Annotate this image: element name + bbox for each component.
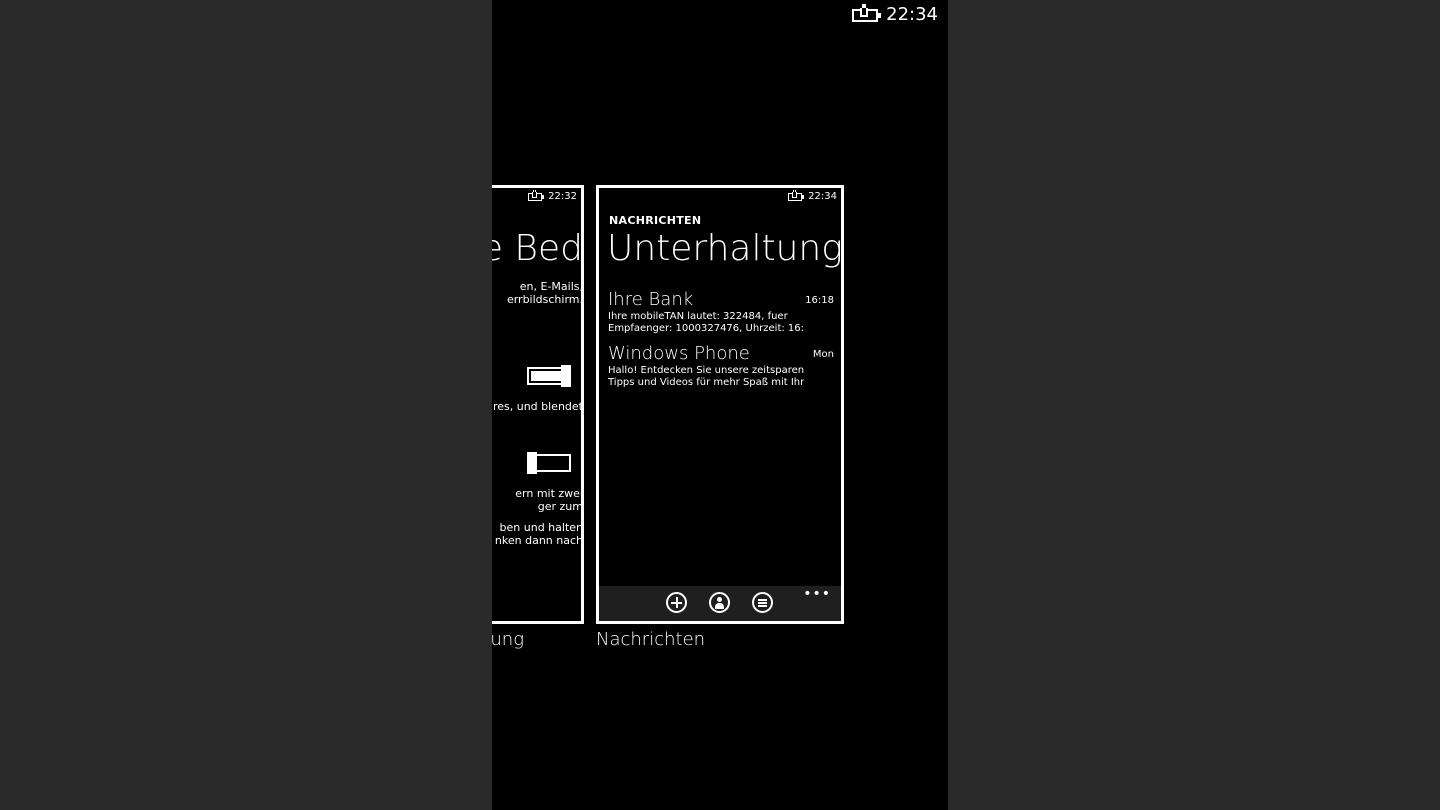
add-icon[interactable]	[666, 592, 687, 613]
battery-charging-icon	[528, 189, 545, 201]
contact-icon[interactable]	[709, 592, 730, 613]
conversation-preview: Ihre mobileTAN lautet: 322484, fuer Empf…	[608, 311, 804, 334]
card-time: 22:32	[548, 191, 577, 202]
conversation-item[interactable]: Windows Phone Mon Hallo! Entdecken Sie u…	[608, 343, 834, 389]
toggle-switch-on[interactable]	[527, 365, 571, 387]
conversation-date: 16:18	[805, 295, 834, 306]
card-text-block-4: ben und halten nken dann nach	[494, 521, 583, 547]
task-switcher: 22:34 22:32 te Bed en, E-Mails, errbilds…	[492, 0, 948, 810]
toggle-switch-off[interactable]	[527, 452, 571, 474]
battery-charging-icon	[788, 189, 805, 201]
card-text-block-1: en, E-Mails, errbildschirm.	[506, 280, 583, 306]
card-caption-settings: ung	[492, 629, 524, 650]
status-bar: 22:34	[852, 3, 938, 26]
app-label: NACHRICHTEN	[609, 214, 702, 227]
card-text-block-3: ern mit zwei ger zum	[515, 487, 583, 513]
card-time: 22:34	[808, 191, 837, 202]
app-bar: •••	[599, 586, 841, 621]
card-title-fragment: te Bed	[492, 228, 583, 269]
card-status-bar: 22:32	[528, 189, 577, 202]
card-text-line-2: res, und blendet	[492, 400, 583, 413]
conversation-date: Mon	[812, 349, 834, 360]
card-caption-messaging: Nachrichten	[596, 629, 706, 650]
battery-charging-icon	[852, 3, 882, 22]
conversation-item[interactable]: Ihre Bank 16:18 Ihre mobileTAN lautet: 3…	[608, 289, 834, 335]
pivot-title: Unterhaltungen	[607, 228, 843, 269]
status-time: 22:34	[886, 4, 938, 25]
app-card-messaging[interactable]: 22:34 NACHRICHTEN Unterhaltungen Ihre Ba…	[596, 185, 844, 624]
select-list-icon[interactable]	[752, 592, 773, 613]
more-options-button[interactable]: •••	[803, 587, 831, 601]
app-card-settings[interactable]: 22:32 te Bed en, E-Mails, errbildschirm.…	[492, 185, 584, 624]
conversation-name: Ihre Bank	[608, 289, 694, 310]
card-status-bar: 22:34	[788, 189, 837, 202]
conversation-name: Windows Phone	[608, 343, 750, 364]
conversation-preview: Hallo! Entdecken Sie unsere zeitsparende…	[608, 365, 804, 388]
